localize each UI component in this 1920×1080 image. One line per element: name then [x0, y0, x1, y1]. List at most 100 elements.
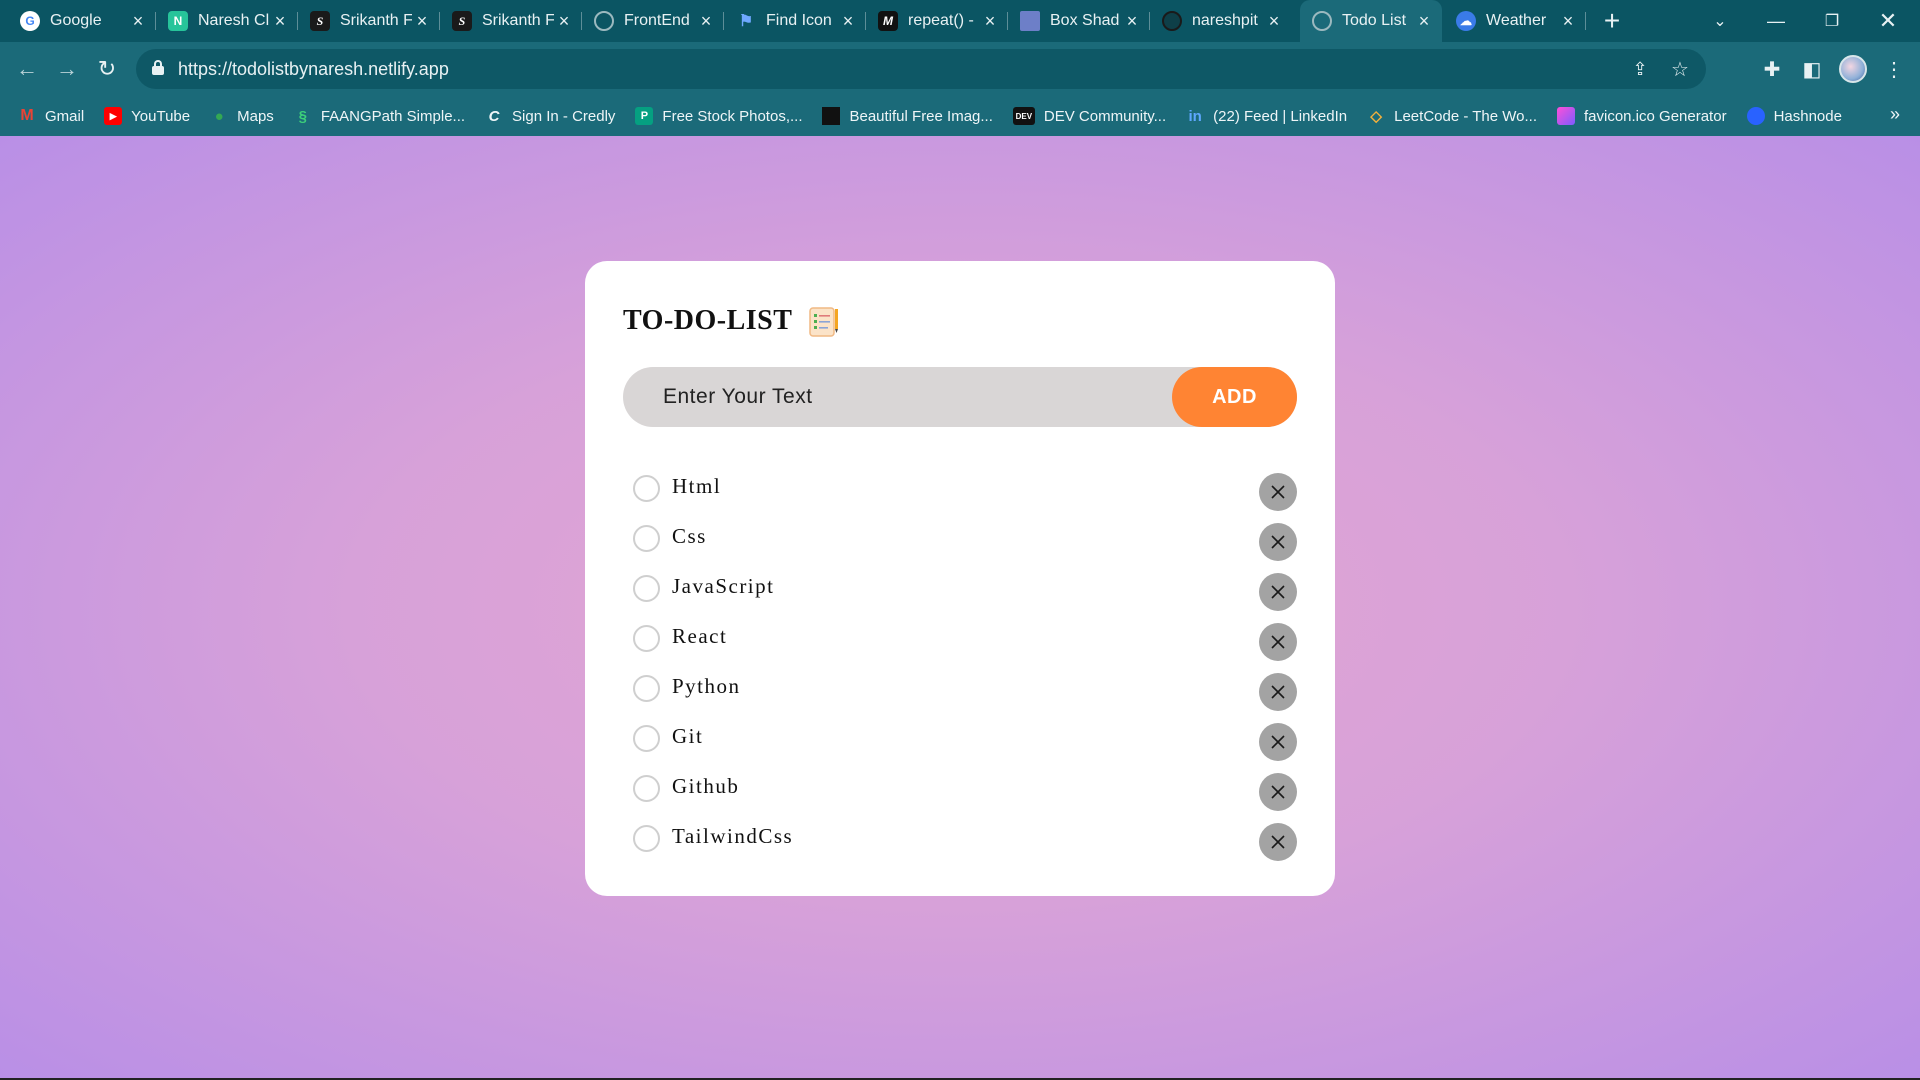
tab-title: FrontEnd [624, 12, 690, 29]
bookmark-star-icon[interactable]: ☆ [1668, 57, 1692, 81]
bookmark-faangpath[interactable]: § FAANGPath Simple... [294, 107, 465, 125]
bookmark-credly[interactable]: C Sign In - Credly [485, 107, 616, 125]
todo-checkbox[interactable] [633, 825, 660, 852]
side-panel-icon[interactable]: ◧ [1798, 55, 1826, 83]
profile-avatar[interactable] [1839, 55, 1867, 83]
browser-tab[interactable]: FrontEnd × [582, 0, 724, 42]
tab-search-icon[interactable]: ⌄ [1692, 0, 1748, 42]
forward-icon[interactable]: → [51, 53, 83, 85]
bookmark-label: Free Stock Photos,... [662, 107, 803, 125]
address-bar[interactable]: https://todolistbynaresh.netlify.app ☆ ⇪ [136, 49, 1706, 89]
share-icon[interactable]: ⇪ [1628, 57, 1652, 81]
maps-icon: ● [214, 107, 224, 125]
google-icon: G [20, 11, 40, 31]
todo-checkbox[interactable] [633, 725, 660, 752]
new-tab-button[interactable]: + [1596, 5, 1628, 37]
browser-tab[interactable]: ☁ Weather × [1444, 0, 1586, 42]
bookmark-maps[interactable]: ● Maps [210, 107, 274, 125]
github-icon [1162, 11, 1182, 31]
todo-checkbox[interactable] [633, 575, 660, 602]
browser-tab[interactable]: nareshpit × [1150, 0, 1292, 42]
browser-tab[interactable]: Box Shad × [1008, 0, 1150, 42]
todo-checkbox[interactable] [633, 625, 660, 652]
close-tab-icon[interactable]: × [1558, 11, 1578, 32]
extensions-icon[interactable]: ✚ [1758, 55, 1786, 83]
tab-title: Srikanth F [340, 12, 412, 29]
bookmark-label: LeetCode - The Wo... [1394, 107, 1537, 125]
todo-list: Html Css JavaScript React Python Git Git… [623, 466, 1297, 866]
delete-icon[interactable] [1259, 823, 1297, 861]
close-tab-icon[interactable]: × [1122, 11, 1142, 32]
delete-icon[interactable] [1259, 623, 1297, 661]
todo-item: Html [623, 466, 1297, 516]
bookmark-hashnode[interactable]: Hashnode [1746, 107, 1842, 125]
lock-icon [152, 60, 164, 75]
close-tab-icon[interactable]: × [128, 11, 148, 32]
browser-tab[interactable]: S Srikanth F × [440, 0, 582, 42]
mdn-icon: M [878, 11, 898, 31]
browser-tab-active[interactable]: Todo List × [1300, 0, 1442, 42]
browser-tab[interactable]: G Google × [8, 0, 156, 42]
close-tab-icon[interactable]: × [412, 11, 432, 32]
minimize-icon[interactable]: — [1748, 0, 1804, 42]
leetcode-icon: ◇ [1370, 108, 1382, 125]
bookmark-favicon-generator[interactable]: favicon.ico Generator [1556, 107, 1727, 125]
bookmark-unsplash[interactable]: Beautiful Free Imag... [822, 107, 993, 125]
todo-checkbox[interactable] [633, 525, 660, 552]
close-window-icon[interactable]: ✕ [1860, 0, 1916, 42]
close-tab-icon[interactable]: × [696, 11, 716, 32]
todo-item-text[interactable]: React [672, 624, 727, 649]
bookmark-label: Sign In - Credly [512, 107, 616, 125]
delete-icon[interactable] [1259, 673, 1297, 711]
favicon-generator-icon [1556, 107, 1575, 125]
todo-item-text[interactable]: Html [672, 474, 721, 499]
menu-icon[interactable]: ⋮ [1880, 55, 1908, 83]
todo-text-input[interactable] [623, 367, 1183, 427]
todo-item-text[interactable]: Python [672, 674, 741, 699]
todo-item-text[interactable]: TailwindCss [672, 824, 793, 849]
bookmark-dev[interactable]: DEV DEV Community... [1012, 107, 1166, 125]
bookmark-label: YouTube [131, 107, 191, 125]
todo-item: Github [623, 766, 1297, 816]
dev-icon: DEV [1012, 107, 1035, 125]
restore-icon[interactable]: ❐ [1804, 0, 1860, 42]
close-tab-icon[interactable]: × [1414, 11, 1434, 32]
todo-checkbox[interactable] [633, 675, 660, 702]
bookmark-pexels[interactable]: P Free Stock Photos,... [635, 107, 802, 125]
todo-item-text[interactable]: Css [672, 524, 707, 549]
browser-tab[interactable]: ⚑ Find Icon × [724, 0, 866, 42]
weather-icon: ☁ [1456, 11, 1476, 31]
todo-checkbox[interactable] [633, 475, 660, 502]
todo-item-text[interactable]: JavaScript [672, 574, 774, 599]
unsplash-icon [822, 107, 841, 125]
tab-title: Box Shad [1050, 12, 1120, 29]
browser-tab[interactable]: M repeat() - × [866, 0, 1008, 42]
delete-icon[interactable] [1259, 473, 1297, 511]
more-bookmarks-icon[interactable]: » [1890, 104, 1900, 125]
close-tab-icon[interactable]: × [1264, 11, 1284, 32]
todo-card: TO-DO-LIST ADD Html [585, 261, 1335, 896]
delete-icon[interactable] [1259, 523, 1297, 561]
delete-icon[interactable] [1259, 573, 1297, 611]
browser-tab[interactable]: N Naresh Cl × [156, 0, 298, 42]
todo-item: Css [623, 516, 1297, 566]
naresh-site-icon: N [168, 11, 188, 31]
bookmark-leetcode[interactable]: ◇ LeetCode - The Wo... [1367, 107, 1537, 126]
close-tab-icon[interactable]: × [270, 11, 290, 32]
close-tab-icon[interactable]: × [980, 11, 1000, 32]
delete-icon[interactable] [1259, 773, 1297, 811]
tab-separator [1585, 12, 1586, 30]
bookmark-youtube[interactable]: ▶ YouTube [104, 107, 190, 125]
close-tab-icon[interactable]: × [554, 11, 574, 32]
back-icon[interactable]: ← [11, 53, 43, 85]
todo-checkbox[interactable] [633, 775, 660, 802]
bookmark-gmail[interactable]: M Gmail [18, 107, 84, 125]
bookmark-linkedin[interactable]: in (22) Feed | LinkedIn [1186, 107, 1347, 125]
add-button[interactable]: ADD [1172, 367, 1297, 427]
todo-item-text[interactable]: Git [672, 724, 703, 749]
browser-tab[interactable]: S Srikanth F × [298, 0, 440, 42]
delete-icon[interactable] [1259, 723, 1297, 761]
todo-item-text[interactable]: Github [672, 774, 739, 799]
reload-icon[interactable]: ↻ [91, 53, 123, 85]
close-tab-icon[interactable]: × [838, 11, 858, 32]
